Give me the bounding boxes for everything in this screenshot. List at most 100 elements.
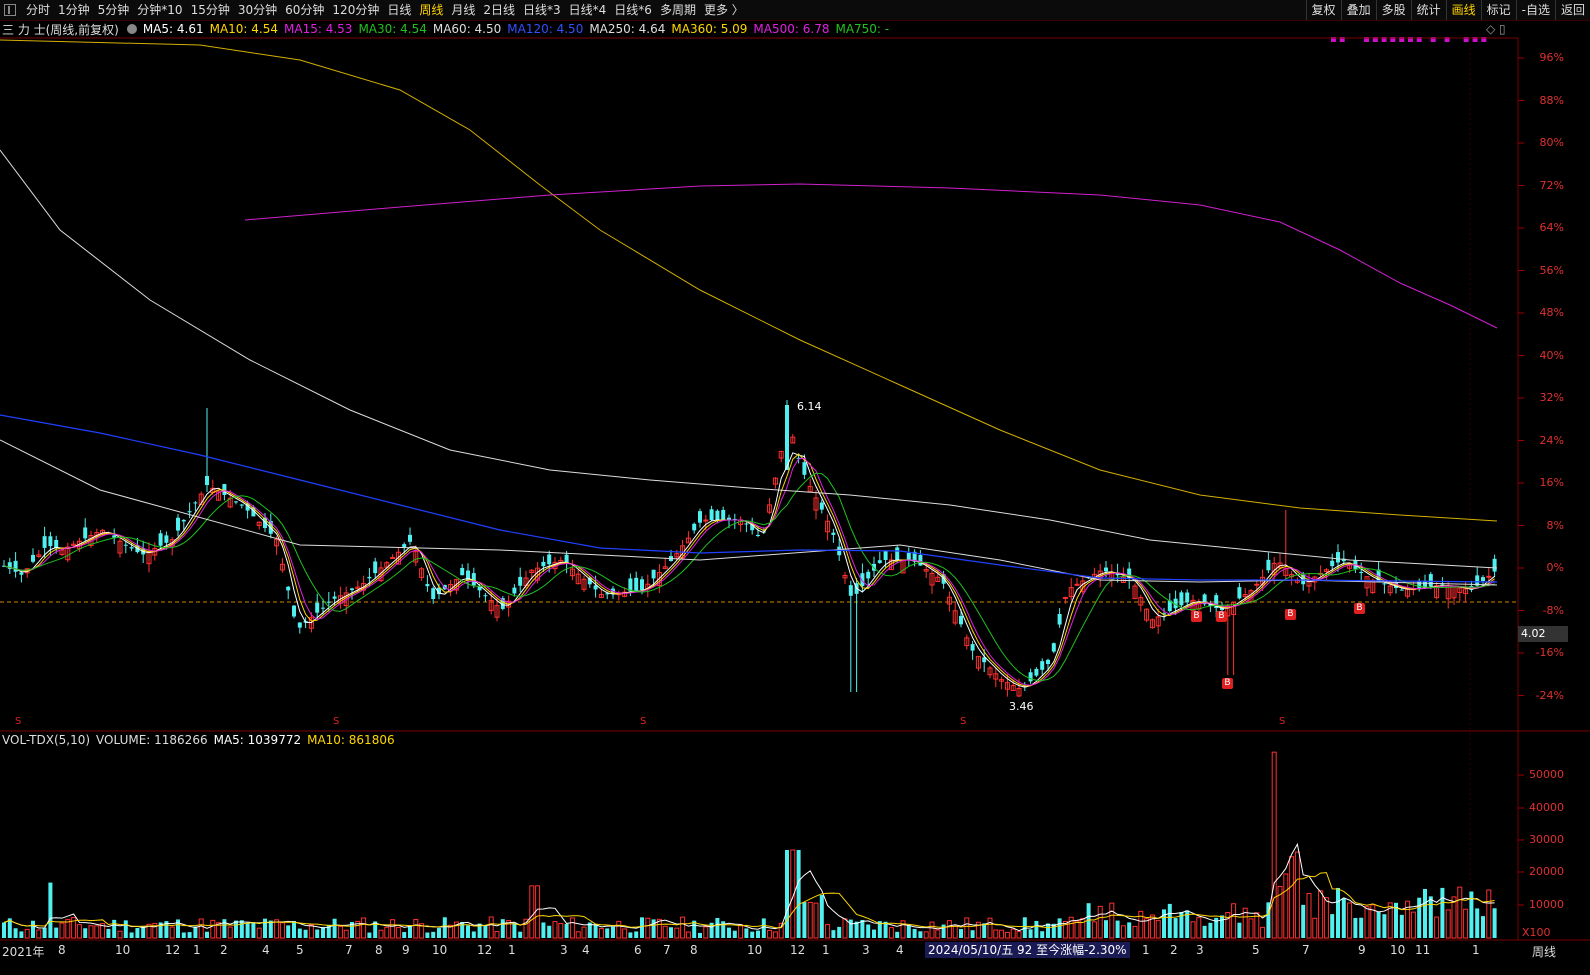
ma10-line	[3, 453, 1495, 687]
volume-bar-down	[315, 929, 320, 938]
volume-bar-up	[1120, 925, 1126, 939]
candle-body-down	[715, 510, 720, 520]
volume-bar-up	[993, 929, 999, 939]
volume-bar-up	[361, 917, 367, 939]
price-axis-label: -8%	[1542, 603, 1564, 617]
candle-body-down	[1492, 558, 1497, 572]
time-axis-label: 11	[1415, 943, 1431, 957]
candle-body-down	[1359, 572, 1364, 574]
candle-body-down	[48, 536, 53, 547]
volume-bar-up	[569, 917, 575, 939]
volume-bar-down	[854, 921, 859, 938]
candle-body-down	[541, 561, 546, 567]
volume-bar-down	[1034, 920, 1039, 938]
price-axis-label: -16%	[1535, 646, 1564, 659]
volume-bar-up	[378, 929, 384, 939]
volume-legend: VOL-TDX(5,10) VOLUME: 1186266 MA5: 10397…	[2, 732, 401, 748]
volume-bar-up	[616, 920, 622, 939]
candle-body-down	[19, 572, 24, 575]
volume-bar-up	[1016, 931, 1022, 939]
price-axis-label: -24%	[1535, 688, 1564, 702]
volume-bar-up	[842, 918, 848, 939]
volume-bar-down	[42, 927, 47, 938]
volume-bar-up	[210, 919, 216, 939]
volume-bar-up	[88, 925, 94, 939]
volume-bar-down	[2, 922, 6, 938]
volume-bar-up	[337, 925, 343, 939]
candle-body-down	[651, 569, 656, 579]
volume-bar-down	[860, 919, 865, 938]
volume-bar-down	[727, 927, 731, 938]
candle-body-down	[42, 536, 47, 548]
volume-bar-down	[431, 931, 436, 938]
candle-body-down	[292, 605, 296, 617]
candle-body-down	[83, 527, 88, 539]
candle-body-down	[721, 509, 726, 520]
price-axis-label: 48%	[1539, 306, 1564, 319]
candle-body-down	[176, 517, 180, 531]
volume-bar-down	[1202, 925, 1207, 938]
volume-bar-down	[831, 930, 836, 938]
volume-bar-down	[1115, 920, 1120, 938]
volume-bar-up	[703, 926, 709, 939]
time-axis-label: 7	[345, 943, 353, 957]
candle-body-down	[756, 534, 760, 536]
price-axis-label: 40%	[1539, 348, 1564, 362]
candle-body-down	[1046, 659, 1050, 664]
time-axis-label: 3	[560, 943, 568, 957]
volume-bar-down	[471, 931, 476, 938]
volume-bar-up	[1312, 917, 1318, 939]
candle-body-down	[547, 554, 552, 565]
price-axis-label: 72%	[1539, 178, 1564, 192]
volume-bar-up	[575, 931, 581, 939]
volume-bar-down	[756, 930, 760, 938]
volume-bar-up	[1283, 873, 1289, 939]
volume-bar-up	[1294, 851, 1300, 939]
candle-body-down	[187, 511, 192, 513]
candle-body-up	[1254, 583, 1260, 586]
candle-body-down	[1051, 643, 1056, 652]
candle-body-down	[1104, 567, 1108, 572]
volume-bar-down	[425, 932, 430, 938]
volume-bar-up	[964, 917, 970, 939]
volume-bar-up	[488, 916, 494, 939]
volume-bar-down	[251, 922, 256, 938]
volume-ma5: MA5: 1039772	[213, 733, 302, 747]
volume-bar-down	[1417, 897, 1422, 938]
sell-signal-marker: S	[960, 716, 967, 727]
candle-body-down	[181, 519, 186, 522]
volume-bar-down	[906, 925, 911, 938]
volume-bar-down	[83, 928, 88, 938]
volume-bar-up	[888, 927, 894, 939]
volume-bar-up	[390, 919, 396, 939]
candle-body-down	[877, 560, 882, 563]
volume-bar-up	[384, 926, 390, 939]
volume-value: VOLUME: 1186266	[96, 733, 208, 747]
volume-bar-down	[234, 920, 238, 938]
candle-body-down	[332, 596, 337, 599]
volume-bar-up	[494, 931, 500, 939]
volume-bar-down	[483, 925, 488, 938]
volume-bar-up	[1260, 926, 1266, 939]
volume-bar-down	[1167, 903, 1172, 938]
volume-bar-down	[1330, 914, 1335, 938]
candle-body-down	[1040, 661, 1045, 670]
volume-bar-down	[802, 902, 807, 938]
volume-unit: X100	[1522, 926, 1551, 939]
volume-bar-down	[1173, 918, 1178, 938]
volume-bar-down	[1208, 922, 1213, 938]
kline-chart[interactable]	[0, 0, 1590, 975]
price-axis-label: 80%	[1539, 136, 1564, 149]
buy-signal-marker: B	[1354, 603, 1365, 614]
time-axis-label: 9	[402, 943, 410, 957]
volume-bar-up	[622, 928, 628, 939]
volume-bar-down	[13, 928, 18, 938]
candle-body-down	[1185, 592, 1190, 603]
low-price-annotation: 3.46	[1009, 700, 1034, 713]
high-price-annotation: 6.14	[797, 400, 822, 413]
current-price-tag: 4.02	[1518, 626, 1568, 642]
volume-bar-down	[263, 918, 267, 938]
candle-body-down	[1034, 668, 1039, 676]
candle-body-down	[193, 502, 198, 504]
volume-axis-label: 50000	[1529, 768, 1564, 781]
